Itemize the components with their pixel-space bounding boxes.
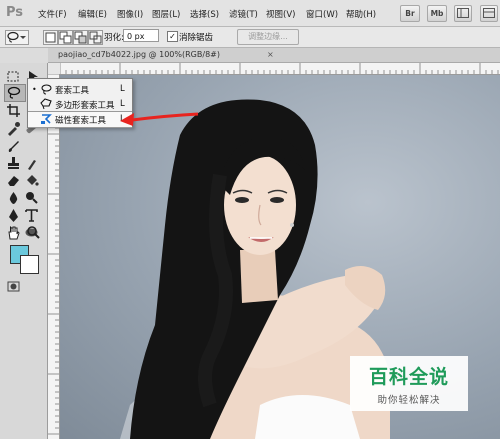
arrange-icon <box>483 8 495 18</box>
lasso-icon <box>7 86 21 99</box>
quick-mask-button[interactable] <box>6 279 21 294</box>
lasso-icon <box>7 31 26 43</box>
pen-tool[interactable] <box>6 208 21 223</box>
history-brush-tool[interactable] <box>24 156 39 171</box>
view-extras-icon <box>457 8 469 18</box>
menu-help[interactable]: 帮助(H) <box>346 8 376 20</box>
new-selection-icon <box>45 32 56 43</box>
hand-icon <box>8 226 20 240</box>
dodge-icon <box>26 192 38 204</box>
clone-stamp-tool[interactable] <box>6 156 21 171</box>
zoom-level-button[interactable] <box>480 5 498 22</box>
add-selection-button[interactable] <box>58 30 73 45</box>
rect-marquee-tool[interactable] <box>6 69 21 84</box>
bucket-icon <box>27 175 39 186</box>
refine-edge-button[interactable]: 调整边缘... <box>237 29 299 45</box>
quick-mask-icon <box>7 281 20 292</box>
active-dot: • <box>32 85 37 94</box>
document-title: paojiao_cd7b4022.jpg @ 100%(RGB/8#) <box>58 50 220 59</box>
close-document-icon[interactable]: × <box>267 50 274 59</box>
menu-view[interactable]: 视图(V) <box>266 8 295 20</box>
vertical-ruler <box>48 74 60 439</box>
pen-icon <box>9 209 18 222</box>
feather-label: 羽化: <box>104 33 124 43</box>
app-logo: Ps <box>6 5 24 20</box>
antialias-label: 消除锯齿 <box>179 33 214 43</box>
magnetic-lasso-icon <box>41 114 52 124</box>
view-extras-button[interactable] <box>454 5 472 22</box>
eyedropper-tool[interactable] <box>6 121 21 136</box>
lasso-tool[interactable] <box>6 85 21 100</box>
background-color-swatch[interactable] <box>20 255 39 274</box>
antialias-checkbox[interactable]: ✓ <box>167 31 178 42</box>
type-tool[interactable] <box>24 208 39 223</box>
hand-tool[interactable] <box>6 225 21 240</box>
add-selection-icon <box>59 31 72 44</box>
watermark-subtitle: 助你轻松解决 <box>377 395 441 406</box>
crop-tool[interactable] <box>6 103 21 118</box>
bridge-button[interactable]: Br <box>400 5 420 22</box>
eraser-icon <box>8 176 19 186</box>
flyout-label: 套索工具 <box>55 86 90 96</box>
menu-edit[interactable]: 编辑(E) <box>78 8 107 20</box>
lasso-icon <box>41 84 52 95</box>
intersect-selection-button[interactable] <box>88 30 103 45</box>
mini-bridge-button[interactable]: Mb <box>427 5 447 22</box>
subtract-selection-icon <box>74 31 87 44</box>
watermark-badge: 百科全说 助你轻松解决 <box>350 356 468 411</box>
flyout-item-magnetic-lasso[interactable]: 磁性套索工具 L <box>28 111 132 128</box>
menu-filter[interactable]: 滤镜(T) <box>229 8 258 20</box>
eyedropper-icon <box>8 122 20 136</box>
flyout-label: 磁性套索工具 <box>55 116 107 126</box>
crop-icon <box>7 104 20 117</box>
flyout-shortcut: L <box>120 84 125 94</box>
flyout-label: 多边形套索工具 <box>55 101 115 111</box>
paint-bucket-tool[interactable] <box>24 173 39 188</box>
feather-input[interactable]: 0 px <box>123 29 159 42</box>
intersect-selection-icon <box>89 31 102 44</box>
menu-window[interactable]: 窗口(W) <box>306 8 338 20</box>
annotation-arrow <box>120 112 199 126</box>
zoom-tool[interactable] <box>26 225 41 240</box>
zoom-icon <box>27 226 40 239</box>
brush-icon <box>8 141 19 152</box>
menu-select[interactable]: 选择(S) <box>190 8 219 20</box>
polygonal-lasso-icon <box>40 98 52 110</box>
menu-file[interactable]: 文件(F) <box>38 8 67 20</box>
menu-bar: Ps 文件(F) 编辑(E) 图像(I) 图层(L) 选择(S) 滤镜(T) 视… <box>0 0 500 27</box>
subtract-selection-button[interactable] <box>73 30 88 45</box>
options-bar: 羽化: 0 px ✓ 消除锯齿 调整边缘... <box>0 27 500 48</box>
type-icon <box>25 209 38 222</box>
flyout-item-polygonal-lasso[interactable]: 多边形套索工具 L <box>28 97 132 112</box>
new-selection-button[interactable] <box>43 30 58 45</box>
watermark-title: 百科全说 <box>368 366 449 388</box>
menu-layer[interactable]: 图层(L) <box>152 8 180 20</box>
stamp-icon <box>8 157 19 169</box>
blur-tool[interactable] <box>6 190 21 205</box>
brush-tool[interactable] <box>6 139 21 154</box>
horizontal-ruler <box>60 63 500 75</box>
menu-image[interactable]: 图像(I) <box>117 8 143 20</box>
document-tab[interactable]: paojiao_cd7b4022.jpg @ 100%(RGB/8#) × <box>48 48 500 63</box>
marquee-icon <box>7 71 19 82</box>
dodge-tool[interactable] <box>24 190 39 205</box>
eraser-tool[interactable] <box>6 173 21 188</box>
history-brush-icon <box>28 160 36 170</box>
flyout-item-lasso[interactable]: • 套索工具 L <box>28 82 132 97</box>
blur-icon <box>9 192 18 204</box>
tool-preset-picker[interactable] <box>5 30 29 45</box>
